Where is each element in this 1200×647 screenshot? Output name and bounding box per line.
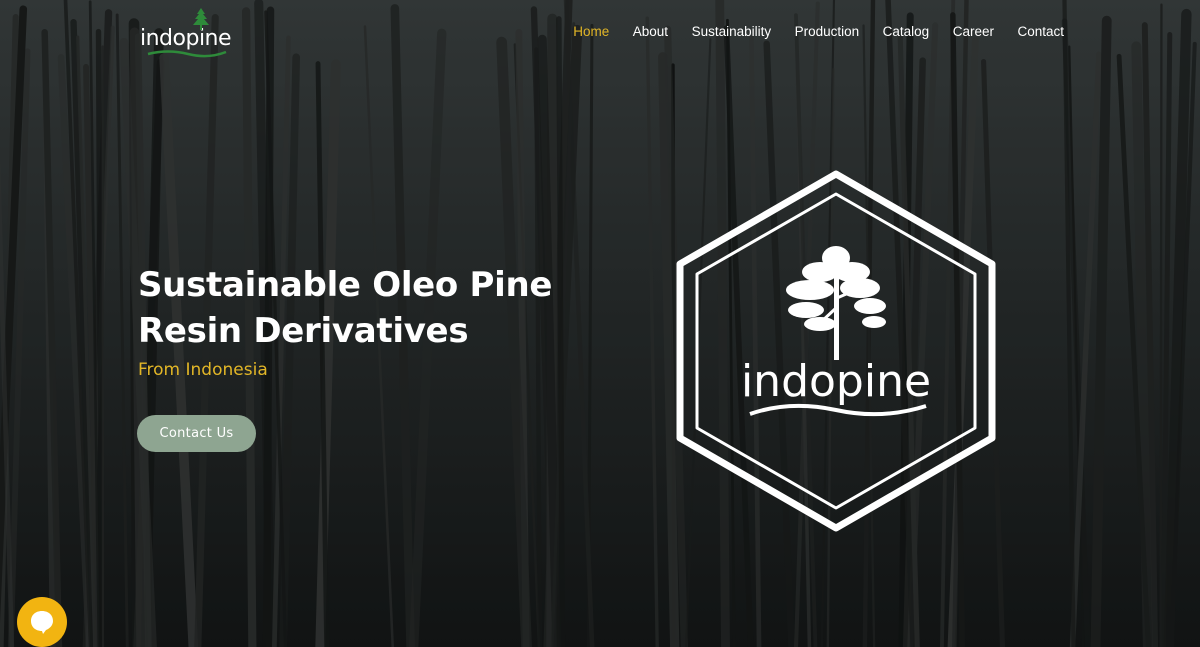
chat-bubble-icon — [31, 611, 53, 634]
pine-tree-icon — [786, 246, 886, 360]
main-navigation: Home About Sustainability Production Cat… — [550, 24, 1064, 39]
logo-pine-tree-icon — [193, 8, 209, 30]
hero-title-line-2: Resin Derivatives — [138, 311, 469, 351]
site-logo[interactable]: indopine — [140, 8, 232, 60]
chat-widget-button[interactable] — [17, 597, 67, 647]
hero-title-line-1: Sustainable Oleo Pine — [138, 265, 553, 305]
nav-item-about[interactable]: About — [633, 24, 668, 39]
hero-copy: Sustainable Oleo Pine Resin Derivatives … — [138, 262, 598, 380]
logo-swoosh-icon — [147, 50, 227, 58]
hero-subtitle: From Indonesia — [138, 360, 268, 380]
nav-item-home[interactable]: Home — [573, 24, 609, 39]
indopine-hexagon-badge: indopine — [676, 170, 996, 532]
contact-us-button[interactable]: Contact Us — [137, 415, 256, 452]
badge-text: indopine — [741, 356, 931, 407]
nav-item-production[interactable]: Production — [795, 24, 860, 39]
hero-title: Sustainable Oleo Pine Resin Derivatives — [138, 262, 598, 354]
nav-item-contact[interactable]: Contact — [1017, 24, 1064, 39]
nav-item-career[interactable]: Career — [953, 24, 994, 39]
nav-item-sustainability[interactable]: Sustainability — [692, 24, 772, 39]
site-header: indopine Home About Sustainability Produ… — [0, 0, 1200, 70]
nav-item-catalog[interactable]: Catalog — [883, 24, 930, 39]
